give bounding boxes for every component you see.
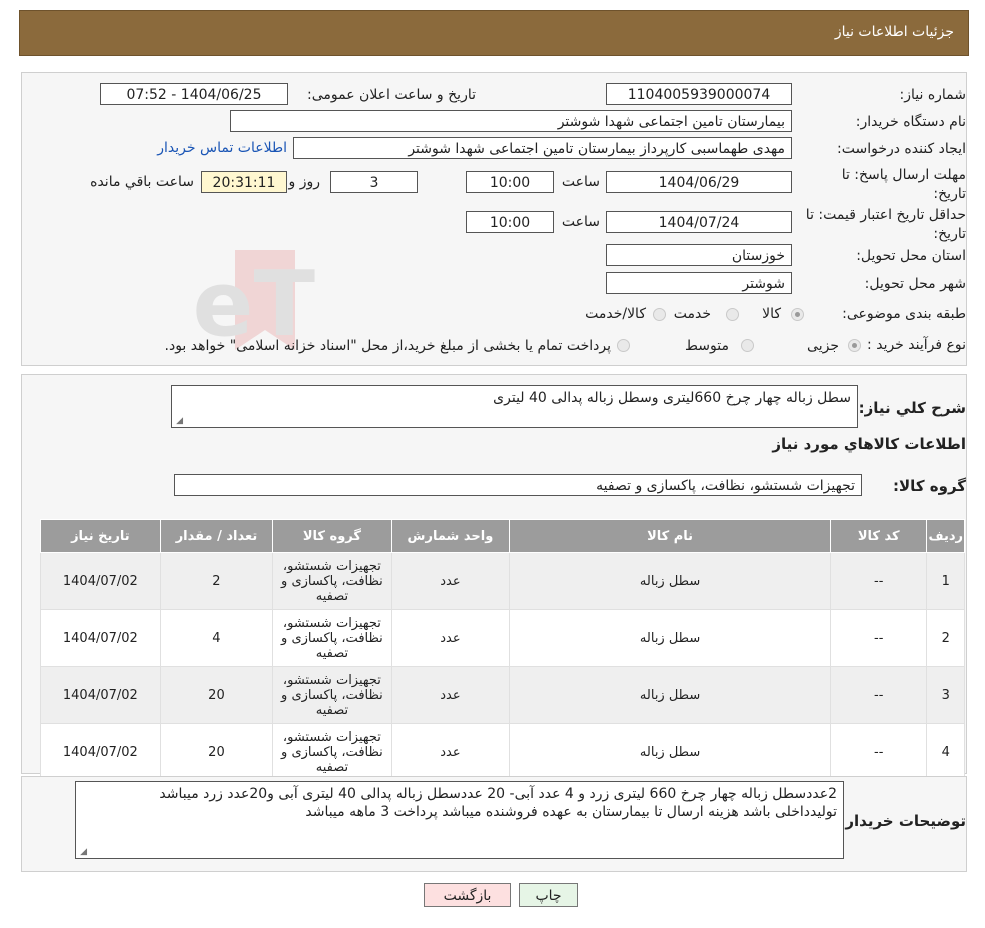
cell-name: سطل زباله xyxy=(509,552,832,610)
category-label: طبقه بندی موضوعی: xyxy=(842,306,966,322)
creator-field: مهدی طهماسبی کارپرداز بیمارستان تامین اج… xyxy=(293,137,792,159)
buyer-notes-line-2: تولیدداخلی باشد هزینه ارسال تا بیمارستان… xyxy=(305,804,837,820)
buyer-org-field: بیمارستان تامین اجتماعی شهدا شوشتر xyxy=(230,110,792,132)
buyer-notes-label: توضیحات خریدار: xyxy=(839,812,966,830)
col-row-header: رديف xyxy=(926,519,965,553)
category-radio-service[interactable] xyxy=(726,308,739,321)
table-row: 4 -- سطل زباله عدد تجهیزات شستشو، نظافت،… xyxy=(40,723,965,781)
city-field: شوشتر xyxy=(606,272,792,294)
cell-name: سطل زباله xyxy=(509,609,832,667)
deadline-label: مهلت ارسال پاسخ: تا تاریخ: xyxy=(841,167,966,202)
cell-unit: عدد xyxy=(390,552,511,610)
city-label: شهر محل تحویل: xyxy=(864,276,966,292)
category-service-label: خدمت xyxy=(673,306,711,322)
process-radio-treasury[interactable] xyxy=(617,339,630,352)
description-textarea[interactable]: سطل زباله چهار چرخ 660لیتری وسطل زباله پ… xyxy=(171,385,858,428)
cell-group: تجهیزات شستشو، نظافت، پاکسازی و تصفیه xyxy=(272,723,392,781)
cell-row: 3 xyxy=(926,666,965,724)
days-label: روز و xyxy=(288,174,321,190)
need-number-field: 1104005939000074 xyxy=(606,83,792,105)
buyer-contact-link[interactable]: اطلاعات تماس خریدار xyxy=(157,140,287,156)
category-goods-label: کالا xyxy=(762,306,781,322)
process-radio-minor[interactable] xyxy=(848,339,861,352)
page-header: جزئیات اطلاعات نیاز xyxy=(19,10,969,56)
process-label: نوع فرآیند خرید : xyxy=(867,337,966,353)
cell-row: 4 xyxy=(926,723,965,781)
table-header-row: رديف کد کالا نام کالا واحد شمارش گروه کا… xyxy=(40,519,965,553)
cell-row: 2 xyxy=(926,609,965,667)
deadline-time-label: ساعت xyxy=(561,174,600,190)
col-unit-header: واحد شمارش xyxy=(390,519,511,553)
col-name-header: نام کالا xyxy=(509,519,832,553)
cell-code: -- xyxy=(830,609,928,667)
cell-qty: 2 xyxy=(159,552,274,610)
cell-group: تجهیزات شستشو، نظافت، پاکسازی و تصفیه xyxy=(272,609,392,667)
process-minor-label: جزیی xyxy=(807,338,839,354)
days-field: 3 xyxy=(330,171,418,193)
province-label: استان محل تحویل: xyxy=(856,248,966,264)
cell-date: 1404/07/02 xyxy=(40,552,161,610)
buyer-notes-line-1: 2عددسطل زباله چهار چرخ 660 لیتری زرد و 4… xyxy=(159,786,837,802)
process-radio-medium[interactable] xyxy=(741,339,754,352)
resize-handle-icon[interactable]: ◢ xyxy=(175,417,183,426)
cell-code: -- xyxy=(830,552,928,610)
cell-group: تجهیزات شستشو، نظافت، پاکسازی و تصفیه xyxy=(272,552,392,610)
province-field: خوزستان xyxy=(606,244,792,266)
col-group-header: گروه کالا xyxy=(272,519,392,553)
buyer-org-label: نام دستگاه خریدار: xyxy=(855,114,966,130)
cell-code: -- xyxy=(830,666,928,724)
creator-label: ایجاد کننده درخواست: xyxy=(837,141,966,157)
col-date-header: تاریخ نیاز xyxy=(40,519,161,553)
cell-qty: 20 xyxy=(159,666,274,724)
cell-qty: 20 xyxy=(159,723,274,781)
goods-table: رديف کد کالا نام کالا واحد شمارش گروه کا… xyxy=(40,519,965,781)
page-title: جزئیات اطلاعات نیاز xyxy=(834,24,954,40)
process-note: پرداخت تمام یا بخشی از مبلغ خرید،از محل … xyxy=(164,338,611,354)
cell-unit: عدد xyxy=(390,723,511,781)
category-goods-service-label: کالا/خدمت xyxy=(585,306,646,322)
remaining-time-field: 20:31:11 xyxy=(201,171,287,193)
deadline-time-field: 10:00 xyxy=(466,171,554,193)
announce-label: تاریخ و ساعت اعلان عمومی: xyxy=(307,87,476,103)
validity-date-field: 1404/07/24 xyxy=(606,211,792,233)
back-button[interactable]: بازگشت xyxy=(424,883,511,907)
cell-code: -- xyxy=(830,723,928,781)
cell-unit: عدد xyxy=(390,666,511,724)
resize-handle-icon[interactable]: ◢ xyxy=(79,848,87,857)
announce-field: 1404/06/25 - 07:52 xyxy=(100,83,288,105)
deadline-date-field: 1404/06/29 xyxy=(606,171,792,193)
cell-row: 1 xyxy=(926,552,965,610)
cell-date: 1404/07/02 xyxy=(40,666,161,724)
col-qty-header: تعداد / مقدار xyxy=(159,519,274,553)
cell-date: 1404/07/02 xyxy=(40,723,161,781)
table-row: 2 -- سطل زباله عدد تجهیزات شستشو، نظافت،… xyxy=(40,609,965,667)
description-text: سطل زباله چهار چرخ 660لیتری وسطل زباله پ… xyxy=(493,390,851,406)
validity-time-label: ساعت xyxy=(561,214,600,230)
col-code-header: کد کالا xyxy=(830,519,928,553)
validity-label: حداقل تاریخ اعتبار قیمت: تا تاریخ: xyxy=(805,207,966,242)
print-button[interactable]: چاپ xyxy=(519,883,578,907)
category-radio-goods-service[interactable] xyxy=(653,308,666,321)
table-row: 3 -- سطل زباله عدد تجهیزات شستشو، نظافت،… xyxy=(40,666,965,724)
cell-unit: عدد xyxy=(390,609,511,667)
cell-name: سطل زباله xyxy=(509,723,832,781)
group-label: گروه کالا: xyxy=(893,477,966,495)
buyer-notes-textarea[interactable]: 2عددسطل زباله چهار چرخ 660 لیتری زرد و 4… xyxy=(75,781,844,859)
process-medium-label: متوسط xyxy=(685,338,729,354)
cell-name: سطل زباله xyxy=(509,666,832,724)
table-row: 1 -- سطل زباله عدد تجهیزات شستشو، نظافت،… xyxy=(40,552,965,610)
category-radio-goods[interactable] xyxy=(791,308,804,321)
description-label: شرح کلي نیاز: xyxy=(858,399,966,417)
group-field: تجهیزات شستشو، نظافت، پاکسازی و تصفیه xyxy=(174,474,862,496)
remaining-label: ساعت باقي مانده xyxy=(90,174,194,190)
validity-time-field: 10:00 xyxy=(466,211,554,233)
cell-qty: 4 xyxy=(159,609,274,667)
cell-date: 1404/07/02 xyxy=(40,609,161,667)
goods-section-title: اطلاعات کالاهاي مورد نیاز xyxy=(772,435,966,453)
cell-group: تجهیزات شستشو، نظافت، پاکسازی و تصفیه xyxy=(272,666,392,724)
need-number-label: شماره نیاز: xyxy=(899,87,967,103)
